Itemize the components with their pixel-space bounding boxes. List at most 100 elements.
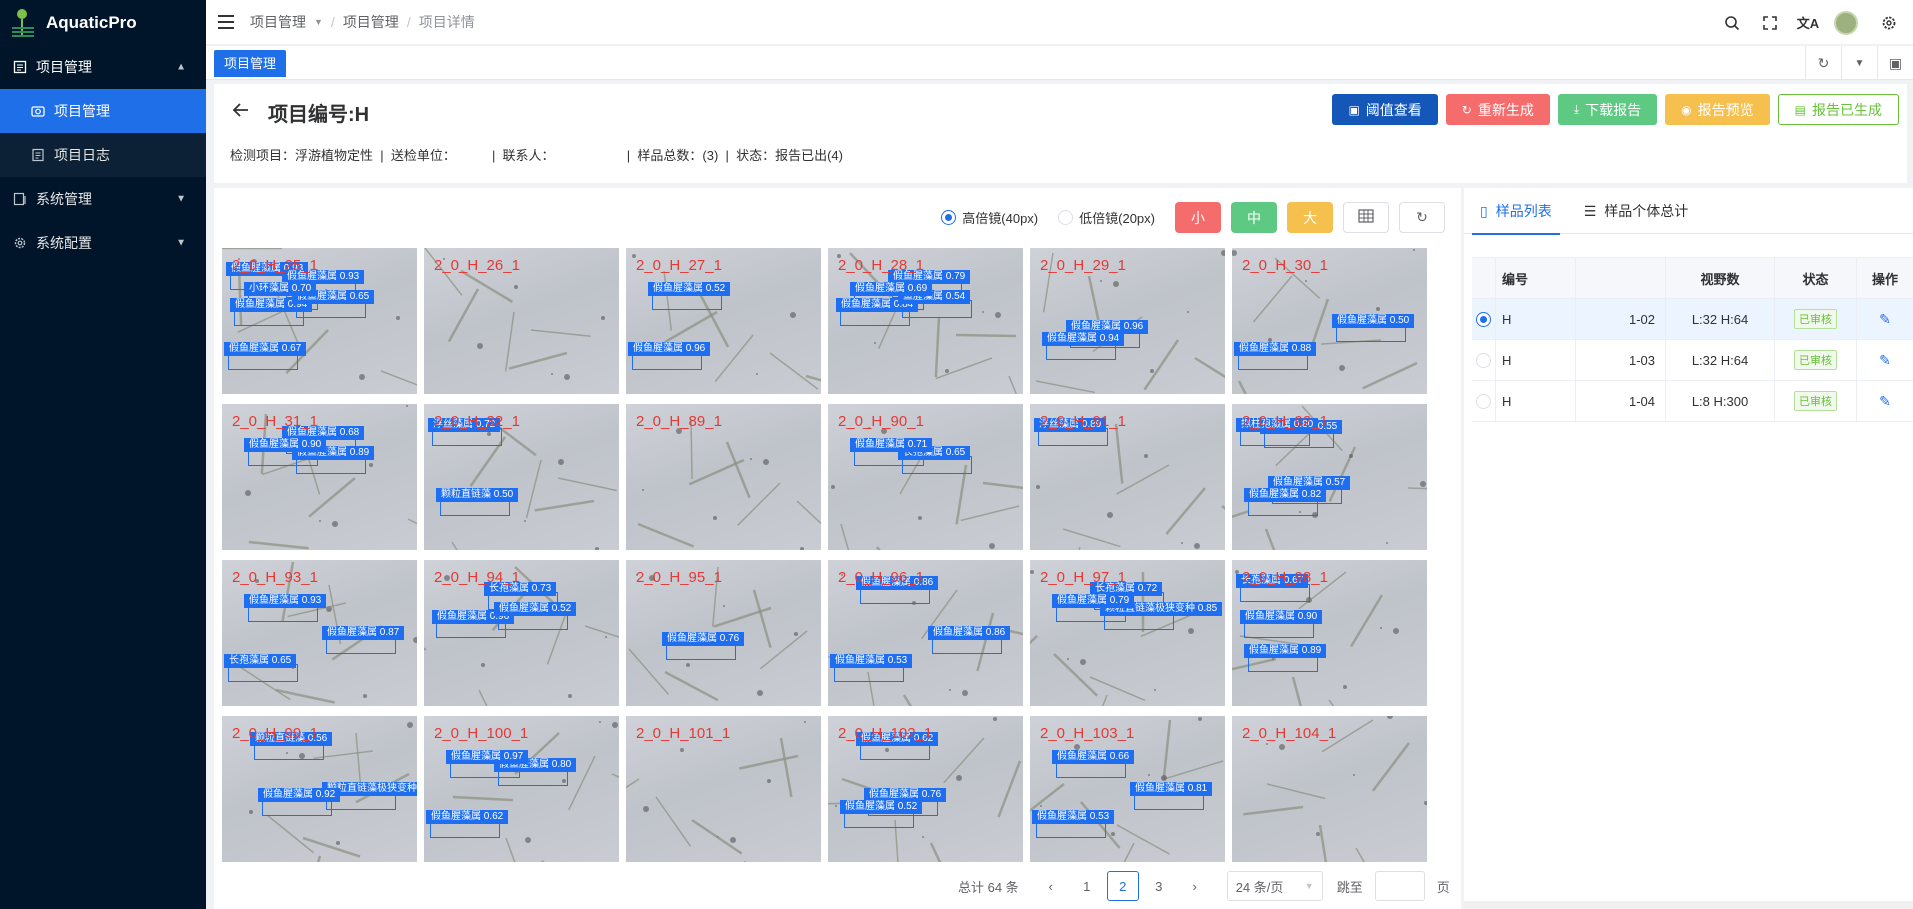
detection-label: 假鱼腥藻属 0.97 [446, 750, 529, 764]
page-button[interactable]: 1 [1071, 871, 1103, 901]
thumbnail[interactable]: 2_0_H_28_1 假鱼腥藻属 0.84 假鱼腥藻属 0.79 鱼腥藻属 0.54 假… [828, 248, 1023, 394]
threshold-button[interactable]: ▣ 阈值查看 [1332, 94, 1438, 125]
preview-report-button[interactable]: ◉ 报告预览 [1665, 94, 1770, 125]
detection-label: 颗粒直链藻 0.50 [436, 488, 519, 502]
table-row[interactable]: H 1-02 L:32 H:64 已审核 ✎ [1472, 298, 1913, 340]
thumbnail[interactable]: 2_0_H_90_1 长孢藻属 0.65 假鱼腥藻属 0.71 [828, 404, 1023, 550]
regenerate-button[interactable]: ↻ 重新生成 [1445, 94, 1550, 125]
table-header: 编号 视野数 状态 操作 [1472, 257, 1913, 299]
edit-icon[interactable]: ✎ [1879, 311, 1891, 328]
row-radio[interactable] [1476, 393, 1491, 409]
prev-page-button[interactable]: ‹ [1035, 871, 1067, 901]
table-row[interactable]: H 1-04 L:8 H:300 已审核 ✎ [1472, 380, 1913, 422]
thumbnail[interactable]: 2_0_H_97_1 长孢藻属 0.72 颗粒直链藻极狭变种 0.85 假鱼腥藻属 0… [1030, 560, 1225, 706]
breadcrumb-item[interactable]: 项目管理 [250, 12, 306, 32]
thumbnail-label: 2_0_H_94_1 [434, 569, 520, 586]
radio-unchecked [1058, 210, 1074, 225]
maximize-icon[interactable]: ▣ [1877, 46, 1913, 80]
chevron-down-icon[interactable]: ▼ [1841, 46, 1877, 80]
app-name: AquaticPro [46, 12, 137, 32]
edit-cell[interactable]: ✎ [1857, 340, 1913, 381]
thumbnail[interactable]: 2_0_H_92_1假鱼腥藻属 0.55假鱼腥藻属 0.57假鱼腥藻属 0.82… [1232, 404, 1427, 550]
logo[interactable]: AquaticPro [0, 0, 206, 45]
refresh-icon[interactable]: ↻ [1805, 46, 1841, 80]
thumbnail[interactable]: 2_0_H_32_1 颗粒直链藻 0.50 浮丝藻属 0.72 [424, 404, 619, 550]
row-radio-cell[interactable] [1472, 380, 1496, 422]
detection-label: 假鱼腥藻属 0.52 [494, 602, 577, 616]
grid-view-button[interactable] [1343, 202, 1389, 233]
jump-page-input[interactable] [1374, 871, 1425, 901]
thumbnail[interactable]: 2_0_H_30_1 假鱼腥藻属 0.88 假鱼腥藻属 0.50 [1232, 248, 1427, 394]
eye-icon: ◉ [1681, 102, 1692, 117]
status-cell: 已审核 [1775, 298, 1857, 340]
size-large-button[interactable]: 大 [1287, 202, 1333, 233]
status-cell: 已审核 [1775, 339, 1857, 381]
menu-system-config[interactable]: 系统配置 ▼ [0, 221, 206, 265]
row-radio[interactable] [1476, 311, 1491, 327]
sidebar-item-project-log[interactable]: 项目日志 [0, 133, 206, 177]
thumbnail[interactable]: 2_0_H_25_1 假鱼腥藻属 0.93 假鱼腥藻属 0.94 假鱼腥藻属 0.93… [222, 248, 417, 394]
thumbnail[interactable]: 2_0_H_89_1 [626, 404, 821, 550]
thumbnail[interactable]: 2_0_H_103_1 假鱼腥藻属 0.66 假鱼腥藻属 0.53 假鱼腥藻属 0.8… [1030, 716, 1225, 862]
thumbnail-label: 2_0_H_26_1 [434, 257, 520, 274]
row-radio-cell[interactable] [1472, 298, 1496, 340]
edit-cell[interactable]: ✎ [1857, 381, 1913, 422]
page-size-select[interactable]: 24 条/页 ▼ [1226, 871, 1323, 901]
thumbnail[interactable]: 2_0_H_26_1 [424, 248, 619, 394]
high-magnification-radio[interactable]: 高倍镜(40px) [941, 208, 1038, 227]
thumbnail[interactable]: 2_0_H_98_1 假鱼腥藻属 0.89 长孢藻属 0.67 假鱼腥藻属 0.90 [1232, 560, 1427, 706]
detection-label: 假鱼腥藻属 0.76 [662, 632, 745, 646]
thumbnail[interactable]: 2_0_H_27_1 假鱼腥藻属 0.52 假鱼腥藻属 0.96 [626, 248, 821, 394]
thumbnail[interactable]: 2_0_H_93_1 假鱼腥藻属 0.93 长孢藻属 0.65 假鱼腥藻属 0.87 [222, 560, 417, 706]
menu-project-management[interactable]: 项目管理 ▲ [0, 45, 206, 89]
row-radio-cell[interactable] [1472, 339, 1496, 381]
row-radio[interactable] [1476, 352, 1491, 368]
low-magnification-radio[interactable]: 低倍镜(20px) [1058, 208, 1155, 227]
next-page-button[interactable]: › [1179, 871, 1211, 901]
thumbnail[interactable]: 2_0_H_95_1 假鱼腥藻属 0.76 [626, 560, 821, 706]
thumbnail[interactable]: 2_0_H_101_1 [626, 716, 821, 862]
search-icon[interactable] [1713, 0, 1751, 45]
settings-icon[interactable] [1865, 0, 1913, 45]
download-report-button[interactable]: ⤓ 下载报告 [1557, 94, 1658, 125]
horizontal-scrollbar[interactable] [1464, 901, 1913, 909]
thumbnail-label: 2_0_H_93_1 [232, 569, 318, 586]
thumbnail[interactable]: 2_0_H_99_1颗粒直链藻极狭变种 0.50颗粒直链藻 0.56假鱼腥藻属 … [222, 716, 417, 862]
translate-icon[interactable]: 文A [1789, 0, 1827, 45]
size-medium-button[interactable]: 中 [1231, 202, 1277, 233]
edit-cell[interactable]: ✎ [1857, 299, 1913, 340]
thumbnail[interactable]: 2_0_H_96_1 假鱼腥藻属 0.53 假鱼腥藻属 0.86 假鱼腥藻属 0.86 [828, 560, 1023, 706]
menu-system-management[interactable]: 系统管理 ▼ [0, 177, 206, 221]
table-row[interactable]: H 1-03 L:32 H:64 已审核 ✎ [1472, 339, 1913, 381]
thumbnail[interactable]: 2_0_H_102_1 假鱼腥藻属 0.62 假鱼腥藻属 0.76 假鱼腥藻属 0.5… [828, 716, 1023, 862]
thumbnail[interactable]: 2_0_H_104_1 [1232, 716, 1427, 862]
refresh-icon: ↻ [1461, 102, 1472, 117]
page-button[interactable]: 3 [1143, 871, 1175, 901]
sample-table: 编号 视野数 状态 操作 H 1-02 L:32 H:64 已审核 ✎ H 1-03 L:32… [1472, 257, 1913, 422]
tag-project-management[interactable]: 项目管理 [214, 50, 287, 77]
chevron-up-icon: ▲ [176, 61, 186, 73]
edit-icon[interactable]: ✎ [1879, 352, 1891, 369]
thumbnail[interactable]: 2_0_H_94_1 假鱼腥藻属 0.96 长孢藻属 0.73 假鱼腥藻属 0.52 [424, 560, 619, 706]
thumbnail[interactable]: 2_0_H_29_1 假鱼腥藻属 0.96 假鱼腥藻属 0.94 [1030, 248, 1225, 394]
refresh-button[interactable]: ↻ [1399, 202, 1445, 233]
fullscreen-icon[interactable] [1751, 0, 1789, 45]
button-label: 重新生成 [1477, 101, 1534, 118]
pagination: 总计 64 条 ‹ 1 2 3 › 24 条/页 ▼ 跳至 页 [958, 871, 1450, 901]
thumbnail-label: 2_0_H_31_1 [232, 413, 318, 430]
back-arrow-icon[interactable] [230, 99, 252, 121]
report-generated-button[interactable]: ▤ 报告已生成 [1777, 94, 1899, 125]
edit-icon[interactable]: ✎ [1879, 393, 1891, 410]
size-small-button[interactable]: 小 [1175, 202, 1221, 233]
breadcrumb-item[interactable]: 项目管理 [343, 12, 399, 32]
tab-sample-total[interactable]: ☰ 样品个体总计 [1568, 188, 1705, 234]
avatar[interactable] [1834, 10, 1858, 35]
thumbnail[interactable]: 2_0_H_91_1 浮丝藻属 0.89 [1030, 404, 1225, 550]
page-button-current[interactable]: 2 [1106, 871, 1139, 901]
tab-sample-list[interactable]: ▯ 样品列表 [1464, 188, 1568, 235]
thumbnail-label: 2_0_H_102_1 [838, 725, 933, 742]
sidebar-item-project-management[interactable]: 项目管理 [0, 89, 206, 133]
thumbnail[interactable]: 2_0_H_100_1 假鱼腥藻属 0.80 假鱼腥藻属 0.97 假鱼腥藻属 0.6… [424, 716, 619, 862]
menu-toggle-icon[interactable] [218, 15, 234, 29]
thumbnail[interactable]: 2_0_H_31_1 假鱼腥藻属 0.68 假鱼腥藻属 0.89 假鱼腥藻属 0.90 [222, 404, 417, 550]
